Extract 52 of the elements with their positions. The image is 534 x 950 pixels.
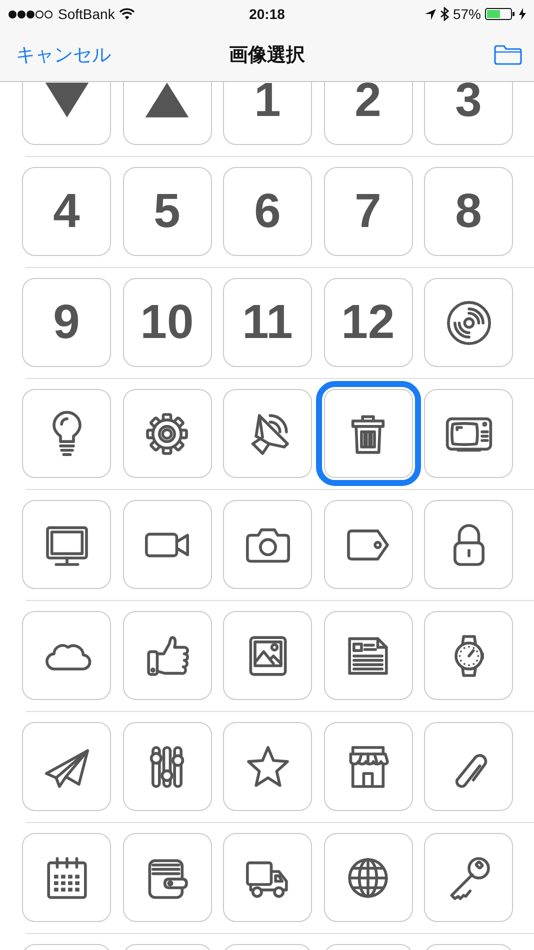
image-tile[interactable]: 6	[223, 167, 312, 256]
image-tile[interactable]	[122, 389, 212, 478]
image-tile[interactable]: 5	[122, 167, 212, 256]
image-tile[interactable]	[324, 611, 412, 700]
image-tile[interactable]	[424, 278, 513, 367]
image-tile[interactable]: 12	[324, 278, 412, 367]
image-tile[interactable]	[223, 500, 312, 589]
image-tile[interactable]: 4	[22, 167, 111, 256]
signal-icon	[8, 10, 54, 18]
image-tile[interactable]	[22, 82, 111, 145]
image-tile[interactable]	[22, 500, 111, 589]
image-tile[interactable]: 3	[424, 82, 513, 145]
image-tile[interactable]: 1	[223, 82, 312, 145]
image-tile[interactable]: 7	[324, 167, 412, 256]
carrier-name: SoftBank	[58, 6, 115, 22]
charging-bolt-icon	[519, 8, 526, 20]
image-tile[interactable]	[223, 611, 312, 700]
image-tile[interactable]	[424, 500, 513, 589]
image-tile[interactable]: 2	[324, 82, 412, 145]
image-tile[interactable]	[324, 722, 412, 811]
image-tile[interactable]	[122, 722, 212, 811]
battery-icon	[485, 8, 515, 20]
image-tile[interactable]	[223, 833, 312, 922]
image-tile[interactable]	[122, 611, 212, 700]
wifi-icon	[118, 8, 135, 20]
image-tile[interactable]: 11	[223, 278, 312, 367]
image-tile[interactable]	[22, 722, 111, 811]
folder-icon[interactable]	[494, 44, 522, 64]
image-tile[interactable]	[122, 833, 212, 922]
image-tile[interactable]	[424, 722, 513, 811]
image-tile[interactable]	[223, 722, 312, 811]
image-tile[interactable]	[22, 833, 111, 922]
image-tile[interactable]	[424, 833, 513, 922]
image-tile[interactable]	[223, 389, 312, 478]
location-arrow-icon	[424, 8, 436, 20]
image-tile[interactable]	[316, 381, 420, 486]
image-tile[interactable]	[424, 611, 513, 700]
image-tile[interactable]	[22, 611, 111, 700]
image-tile[interactable]: 9	[22, 278, 111, 367]
image-tile[interactable]	[122, 82, 212, 145]
battery-percent: 57%	[452, 6, 481, 22]
image-tile[interactable]: 8	[424, 167, 513, 256]
image-tile[interactable]	[324, 833, 412, 922]
bluetooth-icon	[440, 7, 449, 21]
image-tile[interactable]	[324, 500, 412, 589]
image-tile[interactable]	[22, 389, 111, 478]
status-time: 20:18	[249, 6, 285, 22]
image-tile[interactable]: 10	[122, 278, 212, 367]
cancel-button[interactable]: キャンセル	[16, 42, 111, 68]
image-tile[interactable]	[424, 389, 513, 478]
screen-title: 画像選択	[229, 44, 305, 68]
image-tile[interactable]	[122, 500, 212, 589]
